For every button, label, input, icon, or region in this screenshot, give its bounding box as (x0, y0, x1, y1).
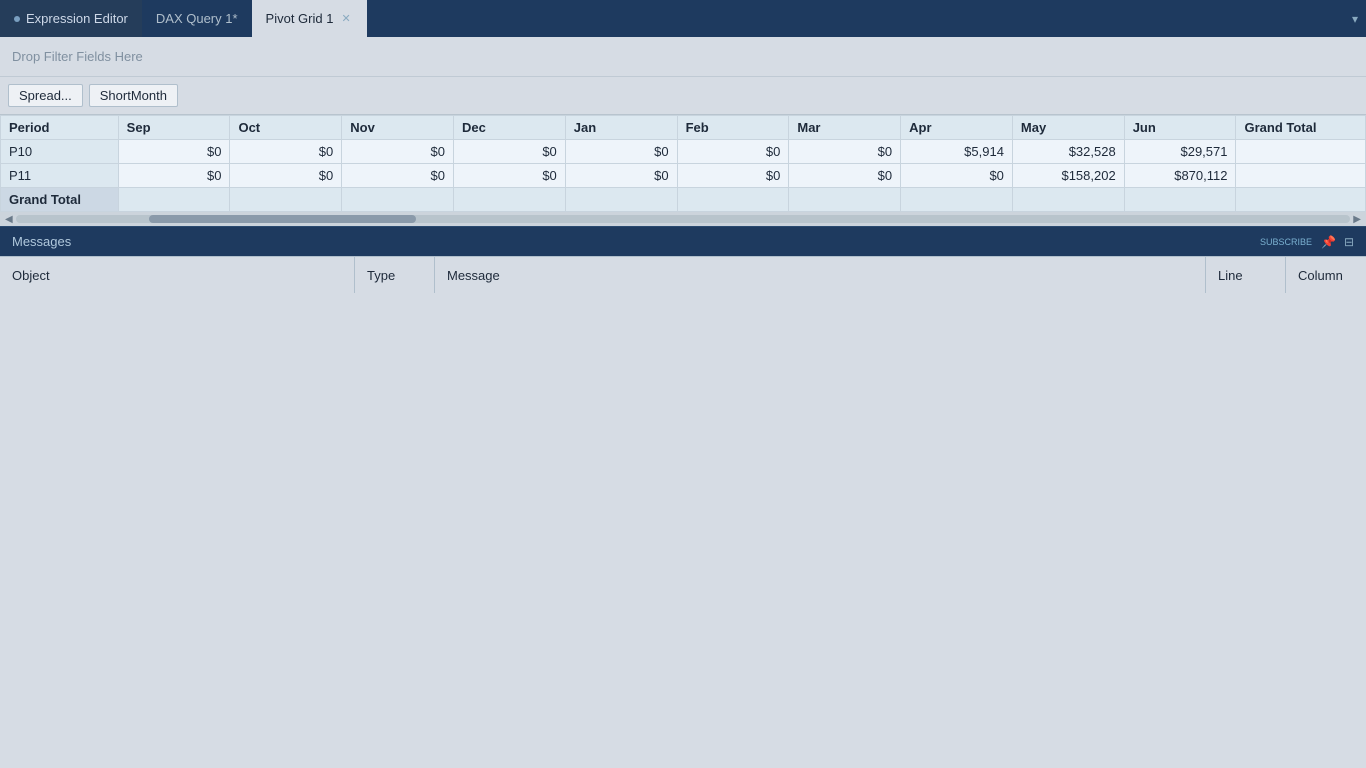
messages-col-object: Object (0, 257, 355, 293)
chip-spread[interactable]: Spread... (8, 84, 83, 107)
scroll-right-arrow[interactable]: ▶ (1350, 214, 1364, 225)
cell-gt-dec (454, 188, 566, 212)
col-header-may: May (1012, 116, 1124, 140)
cell-p10-grand-total (1236, 140, 1366, 164)
cell-p11-dec: $0 (454, 164, 566, 188)
cell-gt-apr (901, 188, 1013, 212)
tab-dot-expression-editor (14, 16, 20, 22)
cell-gt-may (1012, 188, 1124, 212)
cell-gt-sep (118, 188, 230, 212)
col-header-apr: Apr (901, 116, 1013, 140)
cell-p10-mar: $0 (789, 140, 901, 164)
col-header-nov: Nov (342, 116, 454, 140)
messages-table-header: Object Type Message Line Column (0, 256, 1366, 293)
cell-p11-feb: $0 (677, 164, 789, 188)
messages-col-type: Type (355, 257, 435, 293)
cell-gt-mar (789, 188, 901, 212)
tab-pivot-grid-1[interactable]: Pivot Grid 1 ✕ (252, 0, 367, 37)
col-header-mar: Mar (789, 116, 901, 140)
cell-p11-jun: $870,112 (1124, 164, 1236, 188)
scrollbar-track[interactable] (16, 215, 1351, 223)
cell-p11-sep: $0 (118, 164, 230, 188)
table-row: P11 $0 $0 $0 $0 $0 $0 $0 $0 $158,202 $87… (1, 164, 1366, 188)
messages-pin-icon[interactable]: 📌 (1321, 235, 1336, 249)
messages-col-message: Message (435, 257, 1206, 293)
messages-expand-icon[interactable]: ⊟ (1344, 235, 1354, 249)
row-header-grand-total: Grand Total (1, 188, 119, 212)
cell-p11-grand-total (1236, 164, 1366, 188)
cell-p10-oct: $0 (230, 140, 342, 164)
col-header-jun: Jun (1124, 116, 1236, 140)
scrollbar-thumb[interactable] (149, 215, 416, 223)
cell-gt-jun (1124, 188, 1236, 212)
horizontal-scrollbar[interactable]: ◀ ▶ (0, 212, 1366, 226)
tab-dax-query-1[interactable]: DAX Query 1* (142, 0, 252, 37)
messages-header: Messages 📌 ⊟ (0, 226, 1366, 256)
tab-expression-editor[interactable]: Expression Editor (0, 0, 142, 37)
col-header-feb: Feb (677, 116, 789, 140)
col-header-sep: Sep (118, 116, 230, 140)
messages-icons: 📌 ⊟ (1321, 235, 1354, 249)
cell-p10-sep: $0 (118, 140, 230, 164)
cell-p11-nov: $0 (342, 164, 454, 188)
cell-p10-nov: $0 (342, 140, 454, 164)
cell-p10-dec: $0 (454, 140, 566, 164)
tab-label-dax-query-1: DAX Query 1* (156, 11, 238, 26)
cell-p10-jan: $0 (565, 140, 677, 164)
tab-label-expression-editor: Expression Editor (26, 11, 128, 26)
cell-gt-feb (677, 188, 789, 212)
table-row-grand-total: Grand Total (1, 188, 1366, 212)
col-header-dec: Dec (454, 116, 566, 140)
cell-gt-oct (230, 188, 342, 212)
cell-p11-oct: $0 (230, 164, 342, 188)
drop-filter-placeholder: Drop Filter Fields Here (12, 49, 143, 64)
cell-p10-apr: $5,914 (901, 140, 1013, 164)
col-header-oct: Oct (230, 116, 342, 140)
tab-label-pivot-grid-1: Pivot Grid 1 (266, 11, 334, 26)
filter-chips-area: Spread... ShortMonth (0, 77, 1366, 115)
cell-p11-apr: $0 (901, 164, 1013, 188)
cell-gt-jan (565, 188, 677, 212)
col-header-grand-total: Grand Total (1236, 116, 1366, 140)
cell-gt-grand-total (1236, 188, 1366, 212)
cell-p11-may: $158,202 (1012, 164, 1124, 188)
tab-close-pivot-grid-1[interactable]: ✕ (339, 11, 352, 26)
messages-panel: Messages 📌 ⊟ Object Type Message Line Co… (0, 226, 1366, 293)
cell-gt-nov (342, 188, 454, 212)
table-row: P10 $0 $0 $0 $0 $0 $0 $0 $5,914 $32,528 … (1, 140, 1366, 164)
col-header-jan: Jan (565, 116, 677, 140)
title-bar: Expression Editor DAX Query 1* Pivot Gri… (0, 0, 1366, 37)
cell-p11-jan: $0 (565, 164, 677, 188)
scroll-left-arrow[interactable]: ◀ (2, 214, 16, 225)
cell-p10-jun: $29,571 (1124, 140, 1236, 164)
drop-filter-bar: Drop Filter Fields Here (0, 37, 1366, 77)
col-header-period: Period (1, 116, 119, 140)
messages-title: Messages (12, 234, 71, 249)
tab-overflow-chevron[interactable]: ▾ (1352, 12, 1366, 26)
pivot-table: Period Sep Oct Nov Dec Jan Feb Mar Apr M… (0, 115, 1366, 212)
cell-p11-mar: $0 (789, 164, 901, 188)
chip-shortmonth[interactable]: ShortMonth (89, 84, 178, 107)
messages-col-column: Column (1286, 257, 1366, 293)
cell-p10-may: $32,528 (1012, 140, 1124, 164)
row-header-p11: P11 (1, 164, 119, 188)
pivot-table-scroll-area[interactable]: Period Sep Oct Nov Dec Jan Feb Mar Apr M… (0, 115, 1366, 212)
messages-col-line: Line (1206, 257, 1286, 293)
cell-p10-feb: $0 (677, 140, 789, 164)
row-header-p10: P10 (1, 140, 119, 164)
